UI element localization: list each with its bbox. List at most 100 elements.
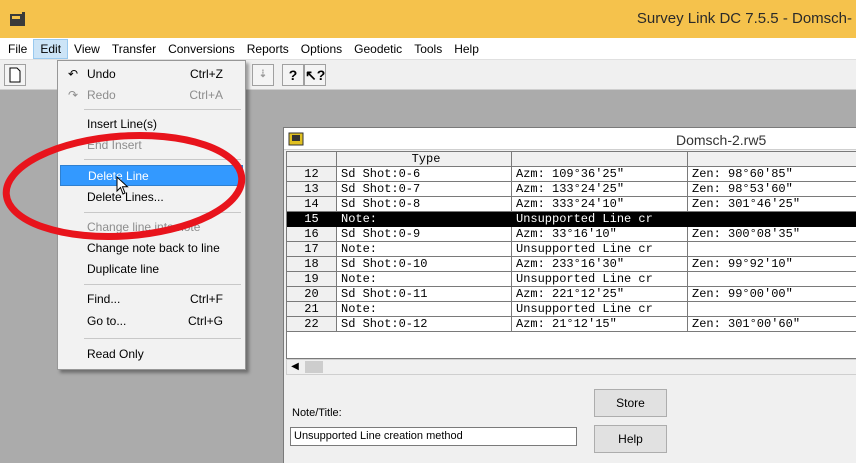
menu-redo[interactable]: ↷ Redo Ctrl+A [60,85,243,106]
menu-separator [84,212,241,213]
redo-icon: ↷ [67,88,79,102]
grid-cell[interactable]: Zen: 300°08'35" [688,227,856,242]
grid-cell[interactable]: Zen: 98°60'85" [688,167,856,182]
grid-cell[interactable] [688,242,856,257]
grid-cell[interactable]: Zen: 98°53'60" [688,182,856,197]
menu-help[interactable]: Help [448,39,485,59]
table-row[interactable]: 21 Note: Unsupported Line cr [287,302,856,317]
menu-geodetic[interactable]: Geodetic [348,39,408,59]
document-title: Domsch-2.rw5 [676,132,767,148]
grid-header-cell: Type [337,152,512,167]
grid-cell[interactable]: Sd Shot:0-10 [337,257,512,272]
grid-cell[interactable]: Sd Shot:0-9 [337,227,512,242]
help-icon[interactable]: ? [282,64,304,86]
table-row[interactable]: 17 Note: Unsupported Line cr [287,242,856,257]
help-button[interactable]: Help [594,425,667,453]
disabled-toolbar-icon[interactable]: ⇣ [252,64,274,86]
menu-reports[interactable]: Reports [241,39,295,59]
grid-cell[interactable]: Note: [337,212,512,227]
grid-cell[interactable]: Zen: 301°46'25" [688,197,856,212]
grid-header-cell [287,152,337,167]
menu-file[interactable]: File [2,39,33,59]
row-number-cell[interactable]: 17 [287,242,337,257]
menu-options[interactable]: Options [295,39,348,59]
table-row[interactable]: 16 Sd Shot:0-9 Azm: 33°16'10" Zen: 300°08'3… [287,227,856,242]
grid-cell[interactable]: Zen: 99°92'10" [688,257,856,272]
table-row[interactable]: 22 Sd Shot:0-12 Azm: 21°12'15" Zen: 301°00'… [287,317,856,332]
menu-edit[interactable]: Edit [33,38,69,59]
grid-cell[interactable]: Azm: 333°24'10" [512,197,688,212]
grid-cell[interactable]: Azm: 133°24'25" [512,182,688,197]
row-number-cell[interactable]: 21 [287,302,337,317]
grid-cell[interactable]: Unsupported Line cr [512,242,688,257]
note-title-label: Note/Title: [292,407,342,419]
app-icon [10,12,25,26]
grid-cell[interactable]: Zen: 99°00'00" [688,287,856,302]
menu-transfer[interactable]: Transfer [106,39,162,59]
menu-end-insert[interactable]: End Insert [60,135,243,156]
scroll-left-icon[interactable]: ◀ [287,360,303,374]
grid-cell[interactable]: Unsupported Line cr [512,272,688,287]
grid-cell[interactable]: Note: [337,302,512,317]
grid-cell[interactable]: Azm: 109°36'25" [512,167,688,182]
menu-change-note-back[interactable]: Change note back to line [60,238,243,259]
row-number-cell[interactable]: 15 [287,212,337,227]
menu-change-line-into-note[interactable]: Change line into note [60,217,243,238]
table-row[interactable]: 15 Note: Unsupported Line cr [287,212,856,227]
table-row[interactable]: 19 Note: Unsupported Line cr [287,272,856,287]
new-file-icon[interactable] [4,64,26,86]
grid-cell[interactable]: Azm: 33°16'10" [512,227,688,242]
grid-cell[interactable]: Sd Shot:0-8 [337,197,512,212]
grid-cell[interactable]: Note: [337,272,512,287]
menu-separator [84,284,241,285]
menu-separator [84,109,241,110]
menu-read-only[interactable]: Read Only [60,344,243,365]
grid-cell[interactable] [688,212,856,227]
menu-conversions[interactable]: Conversions [162,39,241,59]
table-row[interactable]: 20 Sd Shot:0-11 Azm: 221°12'25" Zen: 99°00'… [287,287,856,302]
menu-delete-line[interactable]: Delete Line [60,165,243,186]
menu-delete-lines[interactable]: Delete Lines... [60,187,243,208]
horizontal-scrollbar[interactable]: ◀ [286,359,856,375]
menu-separator [84,159,241,160]
menu-insert-lines[interactable]: Insert Line(s) [60,114,243,135]
menu-go-to[interactable]: Go to... Ctrl+G [60,311,243,332]
grid-cell[interactable]: Sd Shot:0-12 [337,317,512,332]
menu-find[interactable]: Find... Ctrl+F [60,289,243,310]
row-number-cell[interactable]: 12 [287,167,337,182]
grid-cell[interactable]: Azm: 221°12'25" [512,287,688,302]
row-number-cell[interactable]: 22 [287,317,337,332]
grid-cell[interactable] [688,302,856,317]
menu-tools[interactable]: Tools [408,39,448,59]
grid-cell[interactable]: Sd Shot:0-6 [337,167,512,182]
menu-view[interactable]: View [68,39,106,59]
row-number-cell[interactable]: 13 [287,182,337,197]
grid-cell[interactable]: Zen: 301°00'60" [688,317,856,332]
row-number-cell[interactable]: 14 [287,197,337,212]
grid-cell[interactable]: Azm: 233°16'30" [512,257,688,272]
grid-cell[interactable] [688,272,856,287]
row-number-cell[interactable]: 18 [287,257,337,272]
menu-duplicate-line[interactable]: Duplicate line [60,259,243,280]
data-grid[interactable]: Type 12 Sd Shot:0-6 Azm: 109°36'25" Zen: 98°… [286,151,856,359]
scroll-thumb[interactable] [305,361,323,373]
menu-undo[interactable]: ↶ Undo Ctrl+Z [60,64,243,85]
context-help-icon[interactable]: ↖? [304,64,326,86]
row-number-cell[interactable]: 20 [287,287,337,302]
table-row[interactable]: 12 Sd Shot:0-6 Azm: 109°36'25" Zen: 98°60'8… [287,167,856,182]
row-number-cell[interactable]: 16 [287,227,337,242]
grid-cell[interactable]: Unsupported Line cr [512,212,688,227]
table-row[interactable]: 13 Sd Shot:0-7 Azm: 133°24'25" Zen: 98°53'6… [287,182,856,197]
mouse-cursor-icon [116,176,129,195]
grid-cell[interactable]: Unsupported Line cr [512,302,688,317]
grid-cell[interactable]: Sd Shot:0-7 [337,182,512,197]
table-row[interactable]: 18 Sd Shot:0-10 Azm: 233°16'30" Zen: 99°92'… [287,257,856,272]
note-title-input[interactable]: Unsupported Line creation method [290,427,577,446]
row-number-cell[interactable]: 19 [287,272,337,287]
grid-cell[interactable]: Azm: 21°12'15" [512,317,688,332]
table-row[interactable]: 14 Sd Shot:0-8 Azm: 333°24'10" Zen: 301°46'… [287,197,856,212]
edit-menu-dropdown: ↶ Undo Ctrl+Z ↷ Redo Ctrl+A Insert Line(… [57,60,246,370]
grid-cell[interactable]: Note: [337,242,512,257]
store-button[interactable]: Store [594,389,667,417]
grid-cell[interactable]: Sd Shot:0-11 [337,287,512,302]
